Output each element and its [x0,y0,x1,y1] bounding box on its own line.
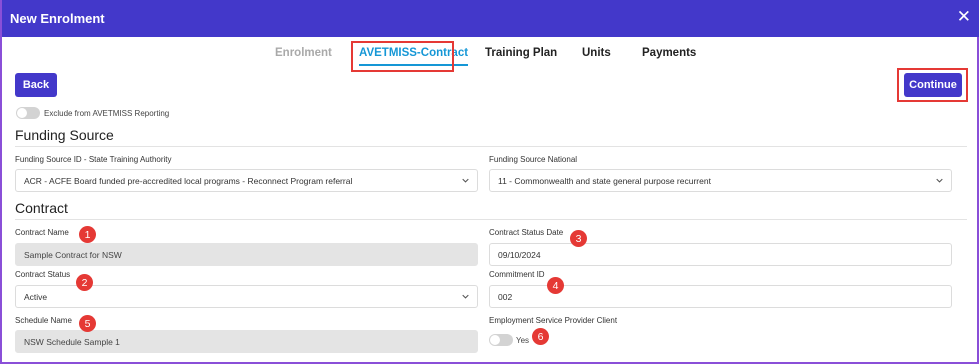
tab-enrolment[interactable]: Enrolment [275,47,332,59]
callout-marker-2: 2 [76,274,93,291]
schedule-name-value: NSW Schedule Sample 1 [24,336,120,347]
contract-status-date-label: Contract Status Date [489,228,564,237]
section-divider [15,146,967,147]
tab-highlight-box [351,41,454,72]
callout-marker-3: 3 [570,230,587,247]
commitment-id-label: Commitment ID [489,270,545,279]
contract-status-label: Contract Status [15,270,71,279]
esp-client-toggle[interactable] [489,334,513,346]
close-icon[interactable]: ✕ [957,8,971,26]
schedule-name-label: Schedule Name [15,316,72,325]
esp-client-toggle-label: Yes [516,336,530,345]
funding-national-select[interactable]: 11 - Commonwealth and state general purp… [489,169,952,192]
commitment-id-value: 002 [498,291,513,302]
contract-name-label: Contract Name [15,228,69,237]
exclude-avetmiss-toggle[interactable] [16,107,40,119]
funding-state-value: ACR - ACFE Board funded pre-accredited l… [24,175,353,186]
tab-training-plan[interactable]: Training Plan [485,47,557,59]
schedule-name-field: NSW Schedule Sample 1 [15,330,478,353]
contract-name-value: Sample Contract for NSW [24,249,122,260]
contract-status-date-value: 09/10/2024 [498,249,541,260]
funding-state-label: Funding Source ID - State Training Autho… [15,155,172,164]
contract-status-date-field[interactable]: 09/10/2024 [489,243,952,266]
esp-client-label: Employment Service Provider Client [489,316,618,325]
callout-marker-4: 4 [547,277,564,294]
funding-source-heading: Funding Source [15,127,114,143]
step-tabs: Enrolment AVETMISS-Contract Training Pla… [2,47,979,67]
funding-state-select[interactable]: ACR - ACFE Board funded pre-accredited l… [15,169,478,192]
callout-marker-6: 6 [532,328,549,345]
enrolment-modal: New Enrolment ✕ Enrolment AVETMISS-Contr… [0,0,979,364]
chevron-down-icon [462,294,469,299]
section-divider [15,219,967,220]
contract-name-field: Sample Contract for NSW [15,243,478,266]
chevron-down-icon [936,178,943,183]
modal-header: New Enrolment ✕ [2,0,979,37]
contract-heading: Contract [15,200,68,216]
exclude-avetmiss-label: Exclude from AVETMISS Reporting [44,109,170,118]
funding-national-value: 11 - Commonwealth and state general purp… [498,175,711,186]
contract-status-value: Active [24,291,48,302]
funding-national-label: Funding Source National [489,155,578,164]
tab-payments[interactable]: Payments [642,47,696,59]
callout-marker-1: 1 [79,226,96,243]
callout-marker-5: 5 [79,315,96,332]
modal-title: New Enrolment [10,11,105,26]
chevron-down-icon [462,178,469,183]
continue-highlight-box [897,68,968,102]
back-button[interactable]: Back [15,73,57,97]
tab-units[interactable]: Units [582,47,611,59]
